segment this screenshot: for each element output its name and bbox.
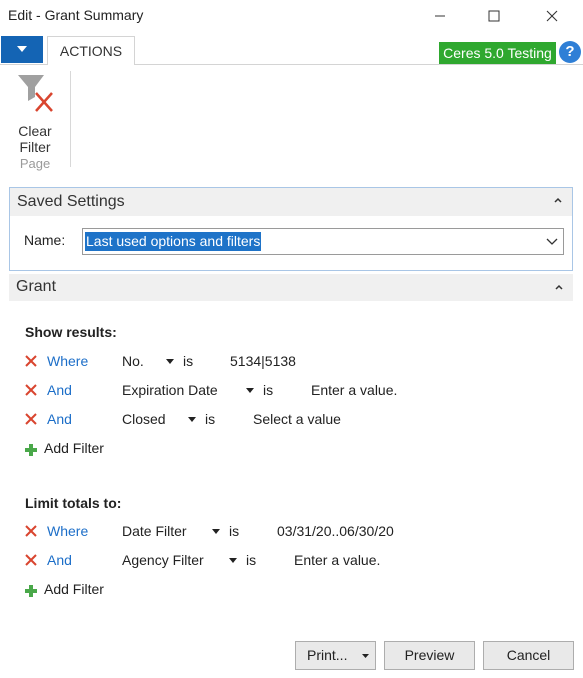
ribbon-group-divider [70, 71, 71, 167]
close-icon [546, 10, 558, 22]
remove-filter-icon[interactable] [24, 383, 38, 397]
filter-row: And Agency Filter is Enter a value. [0, 552, 583, 574]
cancel-button[interactable]: Cancel [483, 641, 574, 670]
filter-field[interactable]: Expiration Date [122, 382, 218, 398]
saved-settings-name-value: Last used options and filters [85, 232, 262, 251]
show-results-heading: Show results: [25, 324, 117, 340]
filter-row: Where Date Filter is 03/31/20..06/30/20 [0, 523, 583, 545]
filter-operator: is [246, 552, 257, 568]
caret-down-icon[interactable] [246, 386, 254, 394]
caret-down-icon[interactable] [188, 415, 196, 423]
filter-value[interactable]: Select a value [253, 411, 341, 427]
filter-join-link[interactable]: And [47, 382, 72, 398]
filter-field[interactable]: No. [122, 353, 144, 369]
caret-down-icon[interactable] [212, 527, 220, 535]
chevron-up-icon[interactable] [552, 194, 564, 206]
filter-row: Where No. is 5134|5138 [0, 353, 583, 375]
filter-operator: is [205, 411, 216, 427]
print-button[interactable]: Print... [295, 641, 376, 670]
grant-section-header[interactable]: Grant [9, 274, 573, 301]
filter-field[interactable]: Closed [122, 411, 166, 427]
limit-totals-heading: Limit totals to: [25, 495, 122, 511]
add-filter-label: Add Filter [44, 581, 104, 597]
filter-operator: is [229, 523, 240, 539]
print-button-label: Print... [307, 647, 348, 663]
name-label: Name: [24, 232, 66, 248]
saved-settings-header[interactable]: Saved Settings [10, 188, 572, 216]
plus-icon [25, 585, 37, 597]
chevron-up-icon[interactable] [553, 281, 565, 293]
filter-field[interactable]: Agency Filter [122, 552, 204, 568]
minimize-icon [435, 15, 445, 17]
filter-join-link[interactable]: Where [47, 523, 88, 539]
filter-value[interactable]: 5134|5138 [230, 353, 296, 369]
application-menu-button[interactable] [1, 36, 43, 63]
filter-value[interactable]: 03/31/20..06/30/20 [277, 523, 394, 539]
saved-settings-name-dropdown[interactable]: Last used options and filters [82, 228, 564, 255]
remove-filter-icon[interactable] [24, 354, 38, 368]
clear-filter-button[interactable]: Clear Filter [10, 71, 60, 155]
maximize-icon [488, 10, 500, 22]
close-button[interactable] [532, 4, 572, 28]
ribbon: Clear Filter Page [0, 65, 583, 177]
ribbon-tab-row: ACTIONS Ceres 5.0 Testing ? [0, 34, 583, 66]
filter-row: And Expiration Date is Enter a value. [0, 382, 583, 404]
filter-field[interactable]: Date Filter [122, 523, 187, 539]
ribbon-group-label: Page [19, 156, 51, 171]
chevron-down-icon[interactable] [546, 237, 558, 247]
caret-down-icon[interactable] [166, 357, 174, 365]
clear-filter-label-line1: Clear [18, 123, 52, 139]
filter-value[interactable]: Enter a value. [311, 382, 397, 398]
preview-button[interactable]: Preview [384, 641, 475, 670]
caret-down-icon [17, 46, 27, 52]
remove-filter-icon[interactable] [24, 412, 38, 426]
remove-filter-icon[interactable] [24, 524, 38, 538]
grant-section-title: Grant [16, 278, 57, 295]
saved-settings-section: Saved Settings Name: Last used options a… [9, 187, 573, 271]
filter-join-link[interactable]: And [47, 552, 72, 568]
add-filter-label: Add Filter [44, 440, 104, 456]
plus-icon [25, 444, 37, 456]
caret-down-icon[interactable] [362, 653, 369, 659]
title-bar: Edit - Grant Summary [0, 0, 583, 34]
clear-filter-label-line2: Filter [19, 139, 51, 155]
environment-badge: Ceres 5.0 Testing [439, 42, 556, 64]
filter-operator: is [183, 353, 194, 369]
clear-filter-icon [18, 75, 53, 112]
remove-filter-icon[interactable] [24, 553, 38, 567]
minimize-button[interactable] [420, 4, 460, 28]
window-title: Edit - Grant Summary [8, 7, 144, 23]
saved-settings-title: Saved Settings [17, 193, 125, 210]
maximize-button[interactable] [474, 4, 514, 28]
filter-join-link[interactable]: And [47, 411, 72, 427]
filter-value[interactable]: Enter a value. [294, 552, 380, 568]
tab-actions[interactable]: ACTIONS [47, 36, 135, 66]
help-icon[interactable]: ? [559, 41, 581, 63]
filter-operator: is [263, 382, 274, 398]
filter-row: And Closed is Select a value [0, 411, 583, 433]
caret-down-icon[interactable] [229, 556, 237, 564]
filter-join-link[interactable]: Where [47, 353, 88, 369]
